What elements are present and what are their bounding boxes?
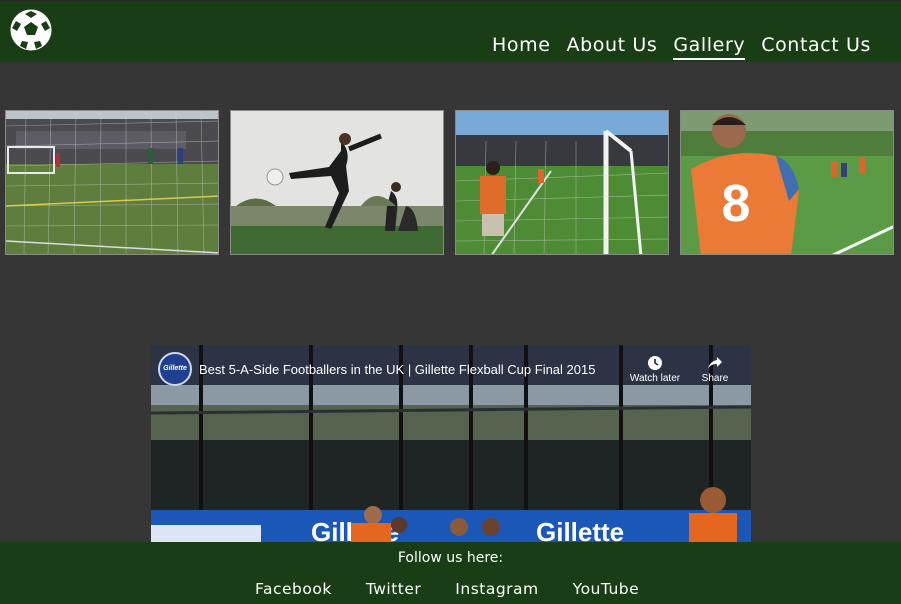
social-link-twitter[interactable]: Twitter xyxy=(366,580,421,598)
channel-logo[interactable]: Gillette xyxy=(158,352,192,386)
watch-later-button[interactable]: Watch later xyxy=(625,355,685,384)
footer: Follow us here: Facebook Twitter Instagr… xyxy=(0,542,901,604)
share-button[interactable]: Share xyxy=(685,355,745,384)
clock-icon xyxy=(648,356,662,370)
nav-contact-us[interactable]: Contact Us xyxy=(761,32,871,60)
watch-later-label: Watch later xyxy=(629,373,681,384)
gallery-image-pitch-goal[interactable] xyxy=(5,110,219,255)
main-nav: Home About Us Gallery Contact Us xyxy=(476,32,871,60)
nav-gallery[interactable]: Gallery xyxy=(673,32,746,60)
gallery-image-player-8[interactable]: 8 xyxy=(680,110,894,255)
gallery-image-volley-kick[interactable] xyxy=(230,110,444,255)
embedded-video-player[interactable]: Gillette Gillette Gillette Best 5-A-Side… xyxy=(151,345,751,542)
social-link-youtube[interactable]: YouTube xyxy=(573,580,640,598)
jersey-number: 8 xyxy=(722,175,751,233)
social-link-instagram[interactable]: Instagram xyxy=(455,580,538,598)
gallery-image-goal-net[interactable] xyxy=(455,110,669,255)
social-links: Facebook Twitter Instagram YouTube xyxy=(255,580,673,598)
share-icon xyxy=(708,357,722,369)
social-link-facebook[interactable]: Facebook xyxy=(255,580,332,598)
share-label: Share xyxy=(701,373,729,384)
follow-us-text: Follow us here: xyxy=(397,550,504,566)
nav-home[interactable]: Home xyxy=(492,32,551,60)
soccer-ball-icon[interactable] xyxy=(8,7,54,53)
top-nav-bar: Home About Us Gallery Contact Us xyxy=(0,0,901,62)
svg-text:Gillette: Gillette xyxy=(536,517,624,542)
nav-about-us[interactable]: About Us xyxy=(567,32,658,60)
video-title[interactable]: Best 5-A-Side Footballers in the UK | Gi… xyxy=(199,362,595,377)
